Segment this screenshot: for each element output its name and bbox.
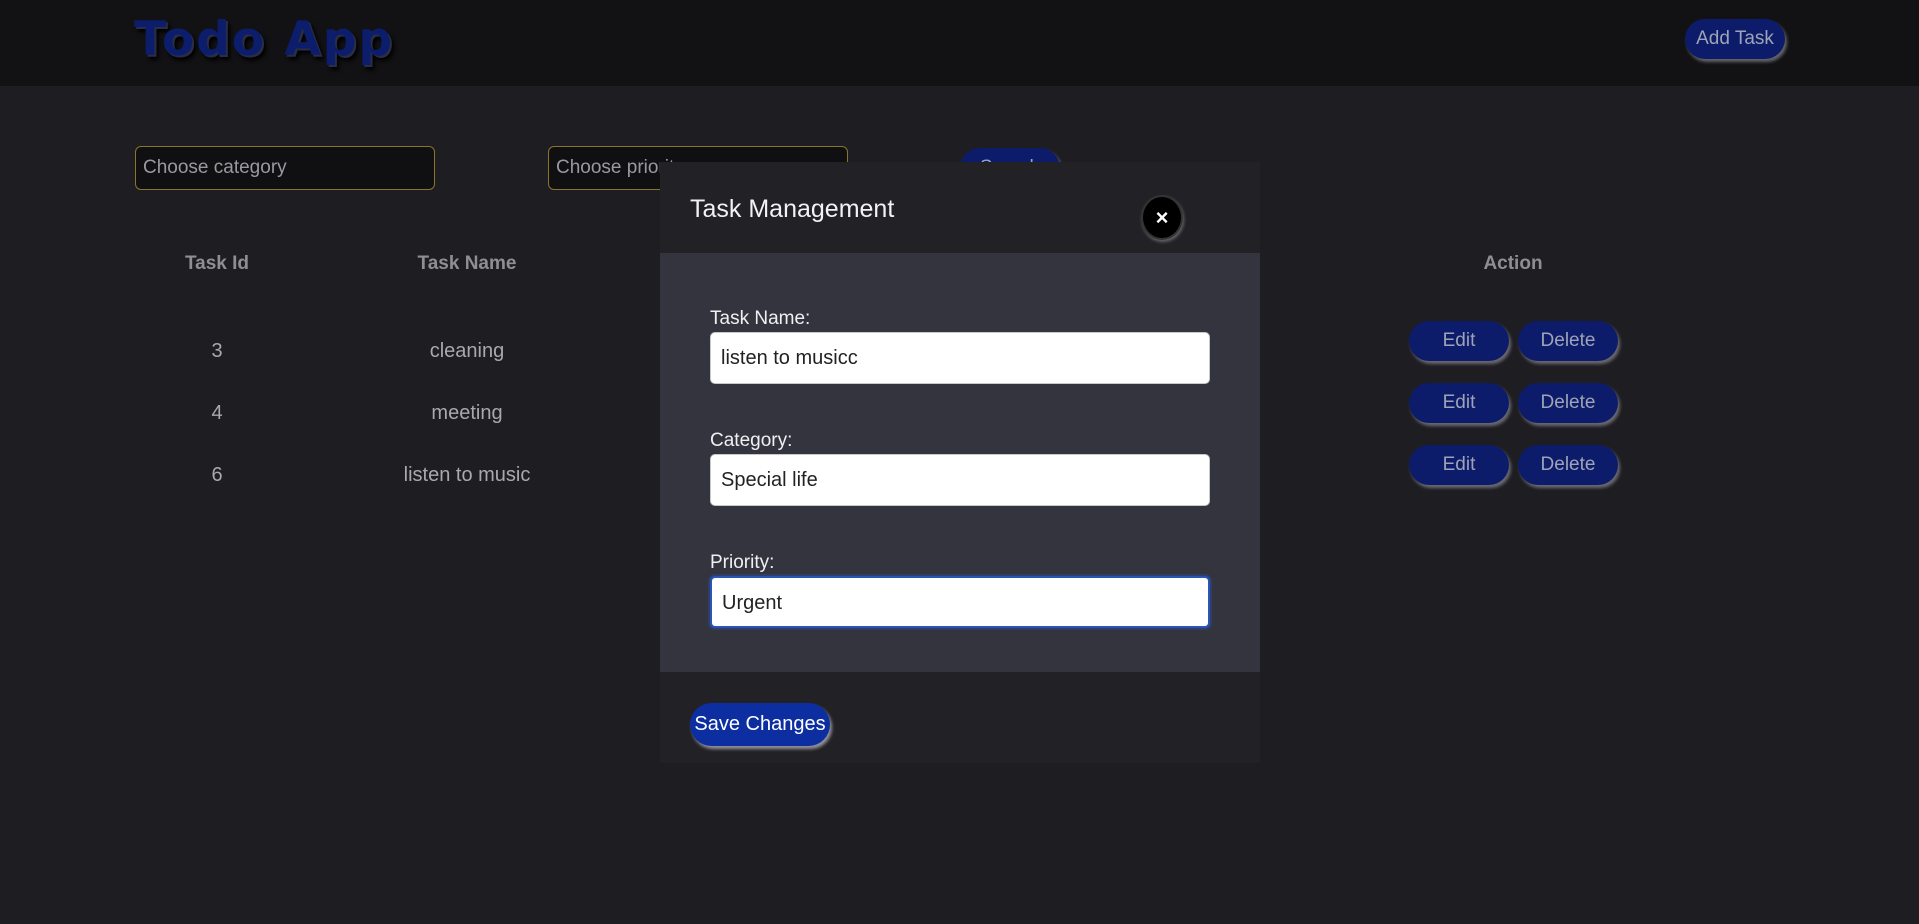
top-bar: Todo App Add Task — [0, 0, 1919, 86]
category-input[interactable]: Special life — [710, 454, 1210, 506]
add-task-button[interactable]: Add Task — [1685, 19, 1785, 59]
category-select[interactable]: Choose category — [135, 146, 435, 190]
edit-button[interactable]: Edit — [1409, 445, 1509, 485]
modal-body: Task Name: listen to musicc Category: Sp… — [660, 253, 1260, 672]
delete-button[interactable]: Delete — [1518, 383, 1618, 423]
task-name-label: Task Name: — [710, 308, 811, 329]
priority-input[interactable]: Urgent — [710, 576, 1210, 628]
column-header-task-name: Task Name — [417, 253, 517, 274]
column-header-task-id: Task Id — [184, 253, 250, 274]
modal-title: Task Management — [690, 195, 895, 223]
delete-button[interactable]: Delete — [1518, 445, 1618, 485]
priority-label: Priority: — [710, 552, 775, 573]
close-icon[interactable]: × — [1141, 195, 1183, 240]
task-management-modal: Task Management × Task Name: listen to m… — [660, 162, 1260, 763]
task-name-cell: listen to music — [403, 464, 531, 486]
modal-footer: Save Changes — [660, 672, 1260, 763]
edit-button[interactable]: Edit — [1409, 321, 1509, 361]
task-id-cell: 3 — [211, 340, 223, 362]
delete-button[interactable]: Delete — [1518, 321, 1618, 361]
edit-button[interactable]: Edit — [1409, 383, 1509, 423]
task-name-cell: cleaning — [429, 340, 505, 362]
modal-header: Task Management × — [660, 162, 1260, 253]
task-name-input[interactable]: listen to musicc — [710, 332, 1210, 384]
task-name-cell: meeting — [431, 402, 503, 424]
category-label: Category: — [710, 430, 793, 451]
app-title: Todo App — [134, 12, 395, 67]
task-id-cell: 4 — [211, 402, 223, 424]
column-header-action: Action — [1483, 253, 1543, 274]
save-changes-button[interactable]: Save Changes — [690, 703, 830, 746]
task-id-cell: 6 — [211, 464, 223, 486]
